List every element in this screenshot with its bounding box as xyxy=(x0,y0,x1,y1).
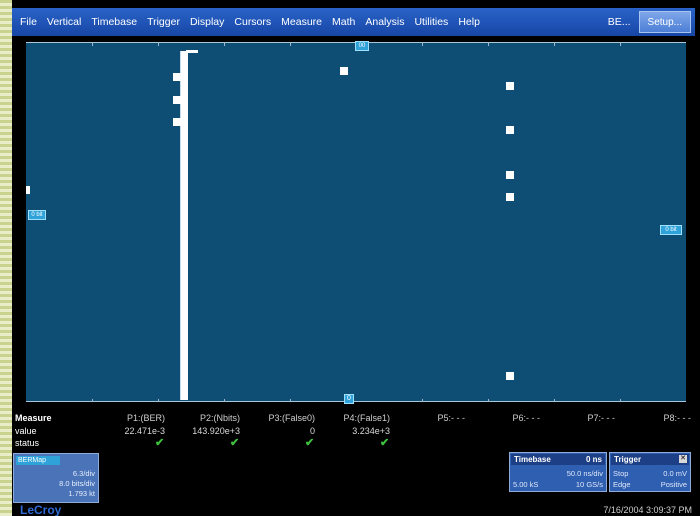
grid-tick xyxy=(92,399,93,402)
param-name-p5[interactable]: P5:- - - xyxy=(437,413,465,423)
timebase-descriptor[interactable]: Timebase 0 ns 50.0 ns/div 5.00 kS 10 GS/… xyxy=(509,452,607,492)
trigger-position-marker-top[interactable]: 00 xyxy=(355,41,369,51)
menu-help[interactable]: Help xyxy=(453,16,485,28)
measure-status-row: status ✔ ✔ ✔ ✔ xyxy=(12,437,695,450)
grid-tick xyxy=(554,43,555,46)
bermap-bits-per-div: 8.0 bits/div xyxy=(59,479,95,488)
menu-math[interactable]: Math xyxy=(327,16,360,28)
trace-dot xyxy=(26,186,30,194)
menu-trigger[interactable]: Trigger xyxy=(142,16,185,28)
bermap-count: 1.793 kt xyxy=(68,489,95,498)
grid-tick xyxy=(92,43,93,46)
bermap-descriptor[interactable]: BERMap 6.3/div 8.0 bits/div 1.793 kt xyxy=(13,453,99,503)
timestamp: 7/16/2004 3:09:37 PM xyxy=(603,505,692,515)
error-dot xyxy=(506,171,514,179)
status-row-label: status xyxy=(15,438,40,448)
param-value-p3: 0 xyxy=(309,426,315,436)
timebase-sample-rate: 10 GS/s xyxy=(575,480,603,489)
param-name-p2[interactable]: P2:(Nbits) xyxy=(200,413,240,423)
param-name-p4[interactable]: P4:(False1) xyxy=(343,413,390,423)
param-name-p6[interactable]: P6:- - - xyxy=(512,413,540,423)
grid-tick xyxy=(488,399,489,402)
channel-offset-label-right[interactable]: 0 bit xyxy=(660,225,682,235)
measure-title[interactable]: Measure xyxy=(15,413,52,423)
error-dot xyxy=(173,118,181,126)
param-value-p4: 3.234e+3 xyxy=(352,426,390,436)
timebase-per-div: 50.0 ns/div xyxy=(566,469,603,478)
trigger-header: Trigger xyxy=(611,454,689,465)
menu-display[interactable]: Display xyxy=(185,16,229,28)
timebase-samples: 5.00 kS xyxy=(513,480,539,489)
grid-tick xyxy=(224,399,225,402)
trigger-level: 0.0 mV xyxy=(663,469,687,478)
error-dot xyxy=(340,67,348,75)
grid-tick xyxy=(422,399,423,402)
timebase-title: Timebase xyxy=(514,455,551,464)
measure-table: Measure P1:(BER) P2:(Nbits) P3:(False0) … xyxy=(12,413,695,451)
trigger-mode: Stop xyxy=(613,469,629,478)
error-dot xyxy=(506,82,514,90)
trigger-slope: Positive xyxy=(660,480,687,489)
grid-tick xyxy=(290,43,291,46)
param-name-p1[interactable]: P1:(BER) xyxy=(127,413,165,423)
ber-error-bar xyxy=(180,51,188,400)
error-dot xyxy=(506,193,514,201)
param-name-p3[interactable]: P3:(False0) xyxy=(268,413,315,423)
status-check-icon: ✔ xyxy=(155,437,165,449)
param-name-p8[interactable]: P8:- - - xyxy=(663,413,691,423)
trigger-title: Trigger xyxy=(614,455,642,464)
grid-tick xyxy=(620,399,621,402)
error-dot xyxy=(506,126,514,134)
menu-ber[interactable]: BE... xyxy=(600,16,639,28)
menu-bar: File Vertical Timebase Trigger Display C… xyxy=(12,8,695,36)
menu-utilities[interactable]: Utilities xyxy=(409,16,453,28)
menu-analysis[interactable]: Analysis xyxy=(360,16,409,28)
menu-cursors[interactable]: Cursors xyxy=(229,16,276,28)
timebase-offset: 0 ns xyxy=(585,455,602,464)
setup-button[interactable]: Setup... xyxy=(638,11,691,33)
menu-vertical[interactable]: Vertical xyxy=(42,16,86,28)
left-edge-strip xyxy=(0,0,12,516)
error-dot xyxy=(173,73,181,81)
grid-tick xyxy=(554,399,555,402)
trigger-position-marker-bottom[interactable]: 0 xyxy=(344,394,354,404)
grid-tick xyxy=(158,43,159,46)
param-value-p2: 143.920e+3 xyxy=(192,426,240,436)
menu-measure[interactable]: Measure xyxy=(276,16,327,28)
status-check-icon: ✔ xyxy=(380,437,390,449)
grid-tick xyxy=(488,43,489,46)
grid-tick xyxy=(620,43,621,46)
grid-tick xyxy=(290,399,291,402)
error-dot xyxy=(506,372,514,380)
status-check-icon: ✔ xyxy=(230,437,240,449)
grid-tick xyxy=(158,399,159,402)
param-name-p7[interactable]: P7:- - - xyxy=(587,413,615,423)
error-dot xyxy=(173,96,181,104)
bermap-vertical-scale: 6.3/div xyxy=(72,469,95,478)
grid-tick xyxy=(224,43,225,46)
trigger-descriptor[interactable]: Trigger ✕ Stop 0.0 mV Edge Positive xyxy=(609,452,691,492)
waveform-grid[interactable]: 00 0 0 bit 0 bit xyxy=(26,41,686,404)
menu-file[interactable]: File xyxy=(12,16,42,28)
value-row-label: value xyxy=(15,426,37,436)
grid-tick xyxy=(422,43,423,46)
measure-value-row: value 22.471e-3 143.920e+3 0 3.234e+3 xyxy=(12,426,695,438)
measure-header-row: Measure P1:(BER) P2:(Nbits) P3:(False0) … xyxy=(12,413,695,425)
param-value-p1: 22.471e-3 xyxy=(124,426,165,436)
channel-offset-label-left[interactable]: 0 bit xyxy=(28,210,46,220)
lecroy-logo: LeCroy xyxy=(20,503,62,516)
bermap-title: BERMap xyxy=(16,456,60,465)
trigger-type: Edge xyxy=(613,480,631,489)
ber-error-bar-cap xyxy=(186,50,198,53)
timebase-header: Timebase 0 ns xyxy=(511,454,605,465)
close-icon[interactable]: ✕ xyxy=(679,455,687,463)
menu-timebase[interactable]: Timebase xyxy=(86,16,142,28)
status-check-icon: ✔ xyxy=(305,437,315,449)
